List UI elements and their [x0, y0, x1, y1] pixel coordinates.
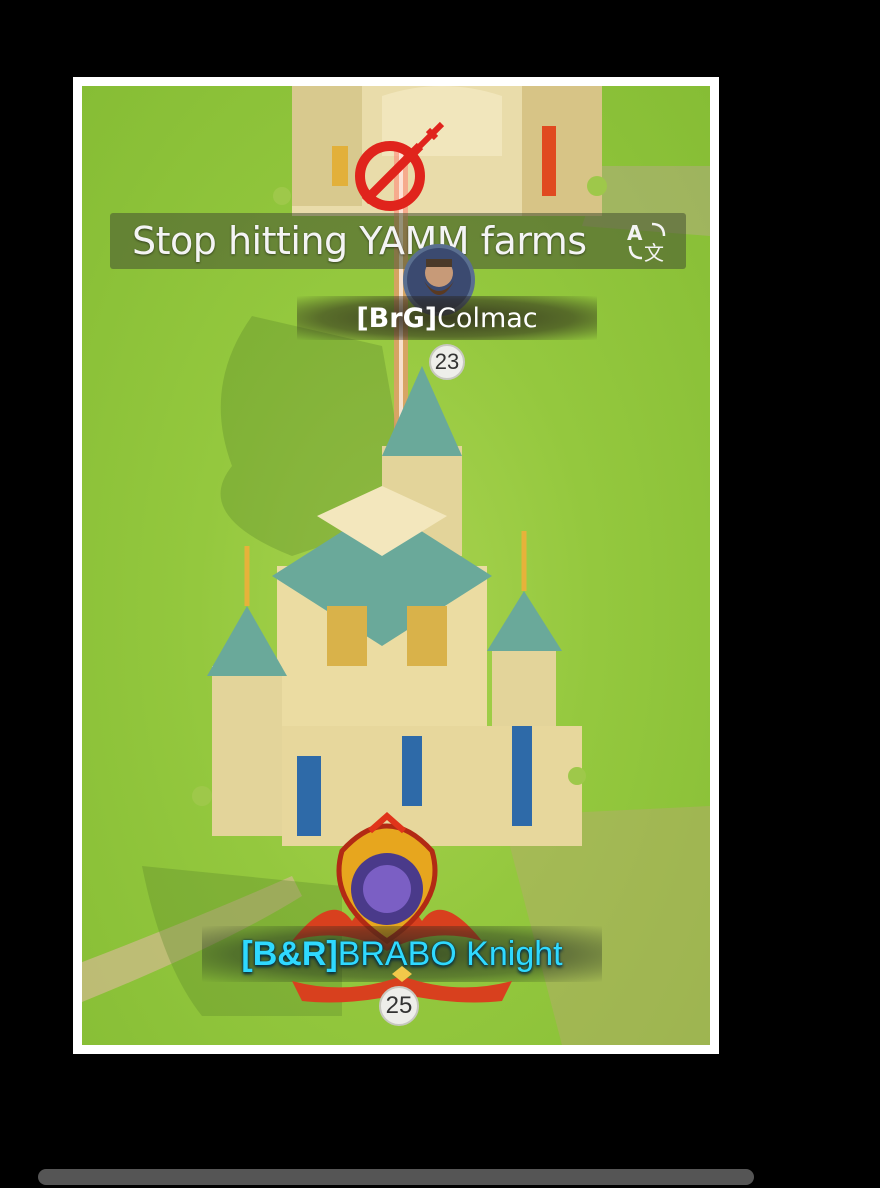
- chat-bubble[interactable]: Stop hitting YAMM farms A 文: [110, 213, 686, 269]
- sword-prohibited-icon: [355, 121, 445, 211]
- map-scene: Stop hitting YAMM farms A 文 [BrG] Colmac…: [82, 86, 710, 1045]
- translate-button[interactable]: A 文: [622, 217, 672, 265]
- player-nameplate-top[interactable]: [BrG] Colmac: [297, 296, 597, 340]
- castle-level-badge: 25: [379, 986, 419, 1026]
- screenshot-frame: Stop hitting YAMM farms A 文 [BrG] Colmac…: [73, 77, 719, 1054]
- svg-text:文: 文: [644, 241, 664, 264]
- alliance-tag: [BrG]: [356, 302, 438, 334]
- svg-text:A: A: [627, 221, 643, 245]
- castle-level-badge: 23: [429, 344, 465, 380]
- chat-message: Stop hitting YAMM farms: [132, 219, 587, 263]
- player-name: Colmac: [437, 302, 538, 334]
- horizontal-scrollbar[interactable]: [38, 1169, 754, 1185]
- translate-icon: A 文: [627, 221, 666, 264]
